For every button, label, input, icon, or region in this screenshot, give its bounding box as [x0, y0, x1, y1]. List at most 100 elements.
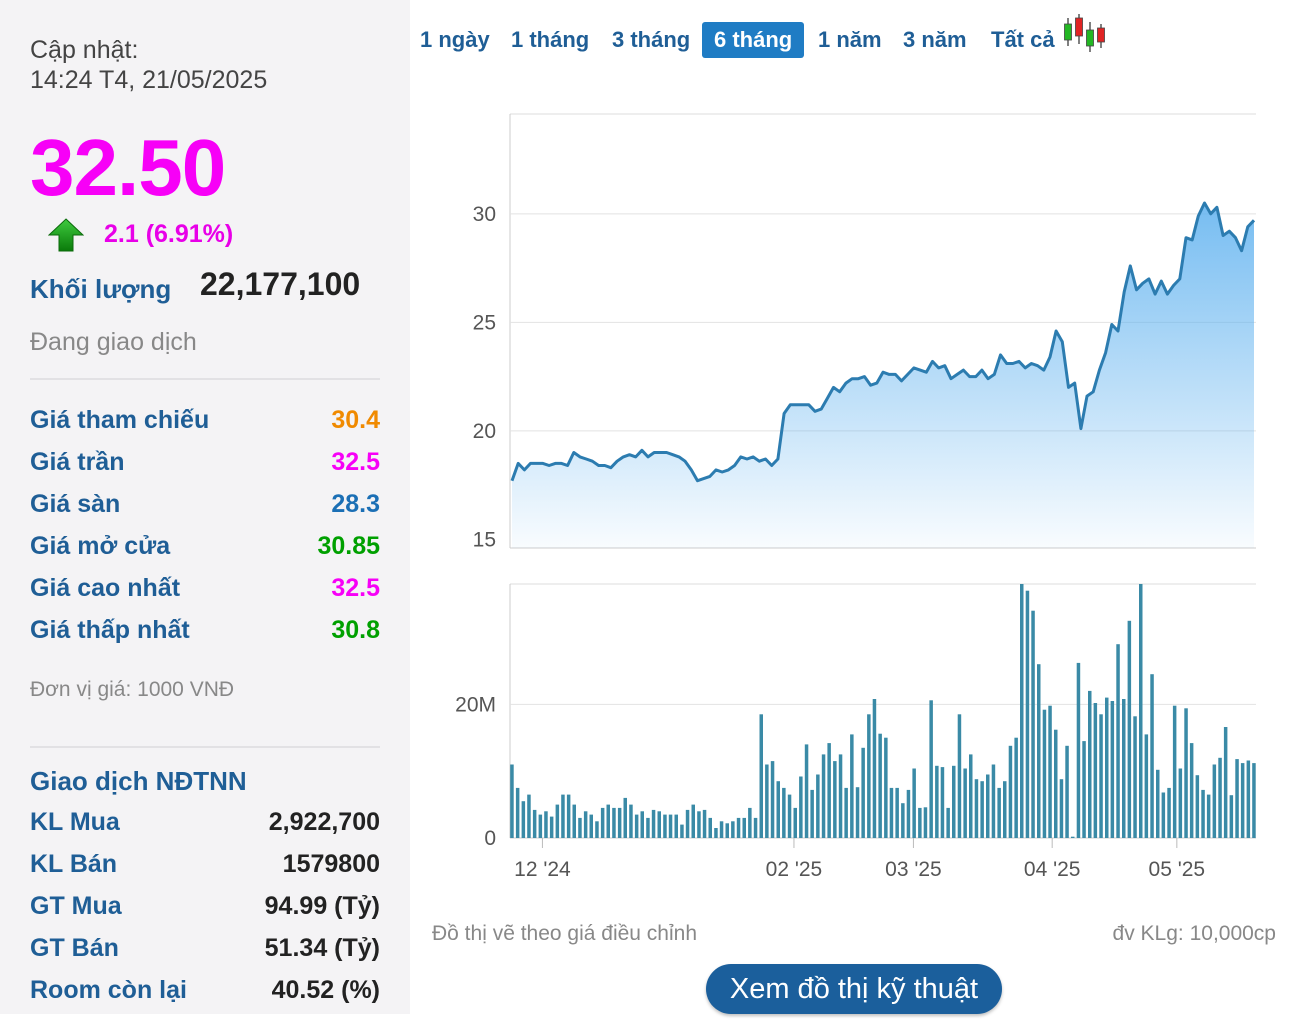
volume-bar — [912, 768, 916, 838]
volume-bar — [940, 767, 945, 838]
volume-bar — [918, 807, 922, 838]
volume-bar — [810, 789, 814, 838]
volume-bar — [612, 807, 616, 838]
volume-bar — [821, 754, 826, 838]
volume-bar — [1076, 662, 1081, 838]
volume-bar — [901, 803, 905, 838]
volume-bar — [549, 816, 554, 838]
volume-bar — [861, 747, 865, 838]
technical-chart-button[interactable]: Xem đồ thị kỹ thuật — [706, 964, 1002, 1014]
x-tick-label: 05 '25 — [1149, 858, 1206, 881]
x-tick-label: 12 '24 — [514, 858, 571, 881]
volume-bar — [867, 714, 871, 838]
volume-bar — [719, 821, 724, 838]
volume-bar — [1071, 836, 1075, 838]
volume-bar — [980, 781, 984, 838]
volume-bar — [1003, 781, 1007, 838]
volume-bar — [1246, 760, 1251, 838]
volume-bar — [827, 743, 831, 838]
volume-bar — [748, 807, 752, 838]
volume-bar — [510, 764, 514, 838]
volume-bar — [1042, 709, 1047, 838]
volume-bar — [544, 811, 548, 838]
volume-bar — [674, 814, 678, 838]
volume-bar — [515, 787, 520, 838]
volume-bar — [617, 807, 622, 838]
volume-bar — [1037, 664, 1041, 838]
volume-bar — [640, 811, 644, 838]
volume-bar — [991, 764, 996, 838]
volume-bar — [1093, 703, 1098, 838]
volume-bar — [787, 794, 792, 838]
volume-bar — [1082, 741, 1086, 838]
volume-bar — [634, 814, 639, 838]
volume-bar — [793, 807, 797, 838]
volume-bar — [725, 823, 729, 838]
y-tick-label: 0 — [484, 827, 496, 850]
volume-bar — [702, 809, 707, 838]
volume-bar — [657, 811, 661, 838]
volume-bar — [850, 734, 854, 838]
volume-bar — [957, 714, 962, 838]
volume-bar — [799, 776, 803, 838]
volume-bar — [623, 797, 627, 838]
volume-bar — [1116, 644, 1120, 838]
volume-bar — [1184, 708, 1188, 838]
volume-bar — [895, 787, 899, 838]
volume-bar — [997, 787, 1001, 838]
volume-bar — [572, 804, 576, 838]
volume-bar — [1161, 792, 1166, 838]
volume-bar — [1105, 697, 1109, 838]
volume-bar — [1031, 610, 1035, 838]
volume-bar — [1127, 620, 1132, 838]
volume-bar — [1223, 727, 1228, 838]
volume-bar — [1156, 769, 1160, 838]
volume-bar — [1189, 743, 1194, 838]
volume-bar — [1133, 716, 1137, 838]
volume-bar — [1206, 794, 1211, 838]
volume-bar — [1025, 590, 1030, 838]
volume-bar — [1088, 690, 1092, 838]
volume-bar — [782, 787, 786, 838]
volume-bar — [935, 765, 939, 838]
volume-bar — [532, 809, 537, 838]
volume-bar — [1240, 763, 1245, 838]
y-tick-label: 20M — [455, 693, 496, 716]
volume-bar — [1218, 757, 1222, 838]
volume-bar — [753, 817, 758, 838]
volume-bar — [561, 794, 565, 838]
x-tick-label: 04 '25 — [1024, 858, 1081, 881]
y-tick-label: 30 — [473, 203, 496, 226]
y-tick-label: 20 — [473, 420, 496, 443]
price-area — [512, 203, 1254, 548]
volume-bar — [838, 754, 843, 838]
volume-bar — [646, 817, 650, 838]
volume-bar — [1150, 674, 1154, 838]
volume-bar — [1172, 705, 1177, 838]
volume-bar — [1144, 734, 1149, 838]
volume-bar — [816, 774, 820, 838]
volume-bar — [521, 801, 526, 838]
volume-bar — [969, 754, 973, 838]
volume-bar — [538, 814, 543, 838]
volume-bar — [736, 817, 741, 838]
volume-unit-note: đv KLg: 10,000cp — [1112, 922, 1276, 945]
volume-bar — [589, 814, 593, 838]
volume-bar — [691, 804, 695, 838]
volume-bar — [663, 814, 667, 838]
volume-bar — [906, 789, 911, 838]
volume-bar — [878, 733, 882, 838]
volume-bar — [1065, 745, 1069, 838]
volume-bar — [963, 768, 967, 838]
volume-bar — [566, 794, 571, 838]
volume-bar — [1252, 763, 1256, 838]
volume-bar — [952, 765, 956, 838]
volume-bar — [1059, 779, 1064, 838]
volume-bar — [804, 744, 809, 838]
volume-bar — [1099, 714, 1103, 838]
volume-bar — [708, 817, 712, 838]
volume-bar — [714, 828, 718, 838]
volume-bar — [685, 809, 690, 838]
volume-bar — [776, 781, 780, 838]
volume-bar — [1122, 699, 1126, 838]
